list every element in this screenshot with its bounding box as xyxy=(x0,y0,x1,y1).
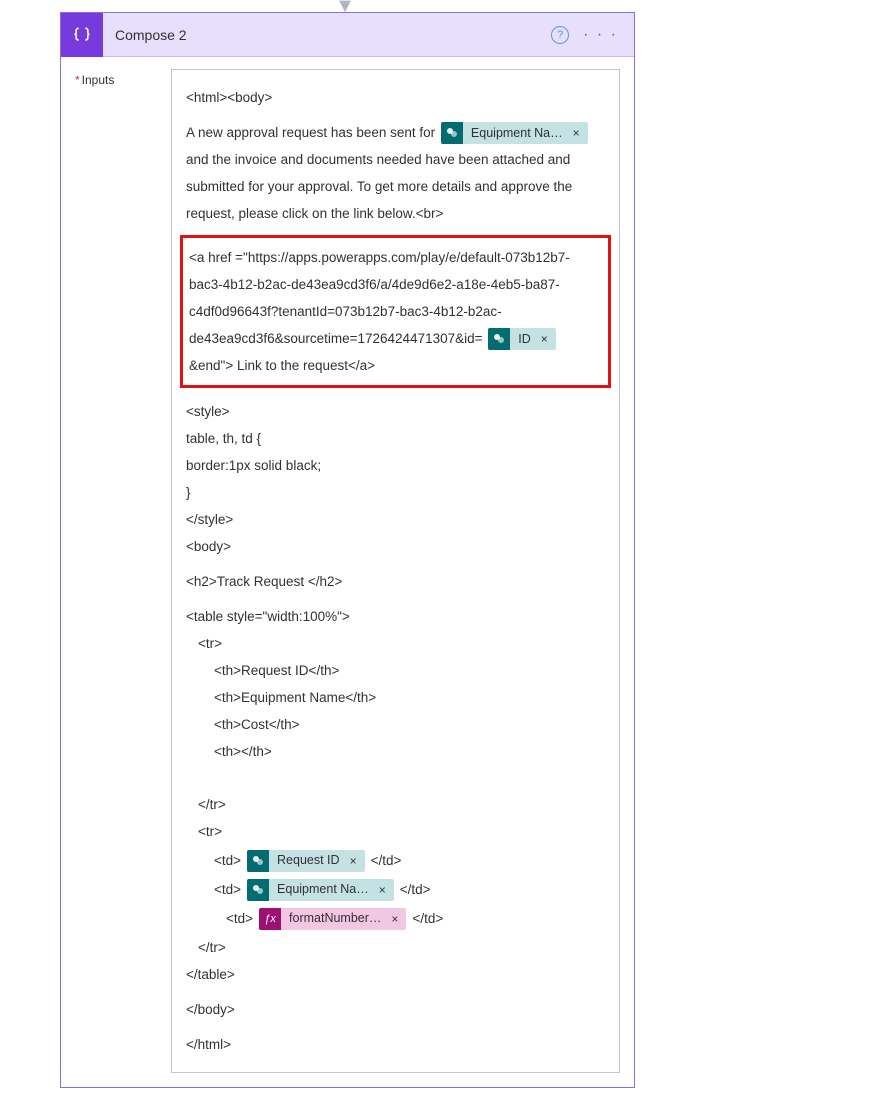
sharepoint-icon xyxy=(247,879,269,901)
code-text: &end"> Link to the request</a> xyxy=(189,358,375,373)
code-line: <style> xyxy=(186,398,605,425)
code-line: <body> xyxy=(186,533,605,560)
inputs-textarea[interactable]: <html><body> A new approval request has … xyxy=(171,69,620,1073)
code-line: </html> xyxy=(186,1031,605,1058)
code-line: border:1px solid black; xyxy=(186,452,605,479)
token-formatnumber[interactable]: ƒx formatNumber… × xyxy=(259,908,406,930)
code-line: <th></th> xyxy=(186,738,605,765)
code-line: </tr> xyxy=(186,791,605,818)
token-label: formatNumber… xyxy=(281,908,387,930)
token-equipment-name-2[interactable]: Equipment Na… × xyxy=(247,879,394,901)
token-label: Request ID xyxy=(269,850,346,872)
sharepoint-icon xyxy=(441,122,463,144)
more-menu-icon[interactable]: · · · xyxy=(583,26,618,44)
required-marker: * xyxy=(75,73,80,87)
code-line: table, th, td { xyxy=(186,425,605,452)
flow-arrow-down-icon: ▼ xyxy=(330,0,360,12)
token-remove-icon[interactable]: × xyxy=(387,908,406,930)
token-label: Equipment Na… xyxy=(269,879,375,901)
token-remove-icon[interactable]: × xyxy=(375,879,394,901)
code-line: <h2>Track Request </h2> xyxy=(186,568,605,595)
code-line: <tr> xyxy=(186,630,605,657)
paragraph-1: A new approval request has been sent for… xyxy=(186,119,605,227)
td-row-request-id: <td> Request ID × </td> xyxy=(186,847,605,874)
token-remove-icon[interactable]: × xyxy=(537,328,556,350)
token-request-id[interactable]: Request ID × xyxy=(247,850,365,872)
card-header[interactable]: Compose 2 ? · · · xyxy=(61,13,634,57)
sharepoint-icon xyxy=(247,850,269,872)
token-remove-icon[interactable]: × xyxy=(569,122,588,144)
code-line: } xyxy=(186,479,605,506)
token-label: Equipment Na… xyxy=(463,122,569,144)
td-row-equipment-name: <td> Equipment Na… × </td> xyxy=(186,876,605,903)
token-label: ID xyxy=(510,328,537,350)
code-line: <table style="width:100%"> xyxy=(186,603,605,630)
token-remove-icon[interactable]: × xyxy=(346,850,365,872)
code-line: <tr> xyxy=(186,818,605,845)
code-line: </table> xyxy=(186,961,605,988)
code-line: </style> xyxy=(186,506,605,533)
fx-expression-icon: ƒx xyxy=(259,908,281,930)
card-title: Compose 2 xyxy=(103,27,551,43)
compose-action-card: Compose 2 ? · · · *Inputs <html><body> A… xyxy=(60,12,635,1088)
code-line: <html><body> xyxy=(186,84,605,111)
code-line: </tr> xyxy=(186,934,605,961)
td-row-formatnumber: <td> ƒx formatNumber… × </td> xyxy=(186,905,605,932)
code-line: </body> xyxy=(186,996,605,1023)
highlighted-link-block: <a href ="https://apps.powerapps.com/pla… xyxy=(180,235,611,388)
code-line: <th>Cost</th> xyxy=(186,711,605,738)
sharepoint-icon xyxy=(488,328,510,350)
inputs-label: *Inputs xyxy=(75,69,171,1073)
compose-braces-icon xyxy=(61,13,103,57)
help-icon[interactable]: ? xyxy=(551,26,569,44)
code-line: <th>Equipment Name</th> xyxy=(186,684,605,711)
token-equipment-name[interactable]: Equipment Na… × xyxy=(441,122,588,144)
token-id[interactable]: ID × xyxy=(488,328,556,350)
code-line: <th>Request ID</th> xyxy=(186,657,605,684)
